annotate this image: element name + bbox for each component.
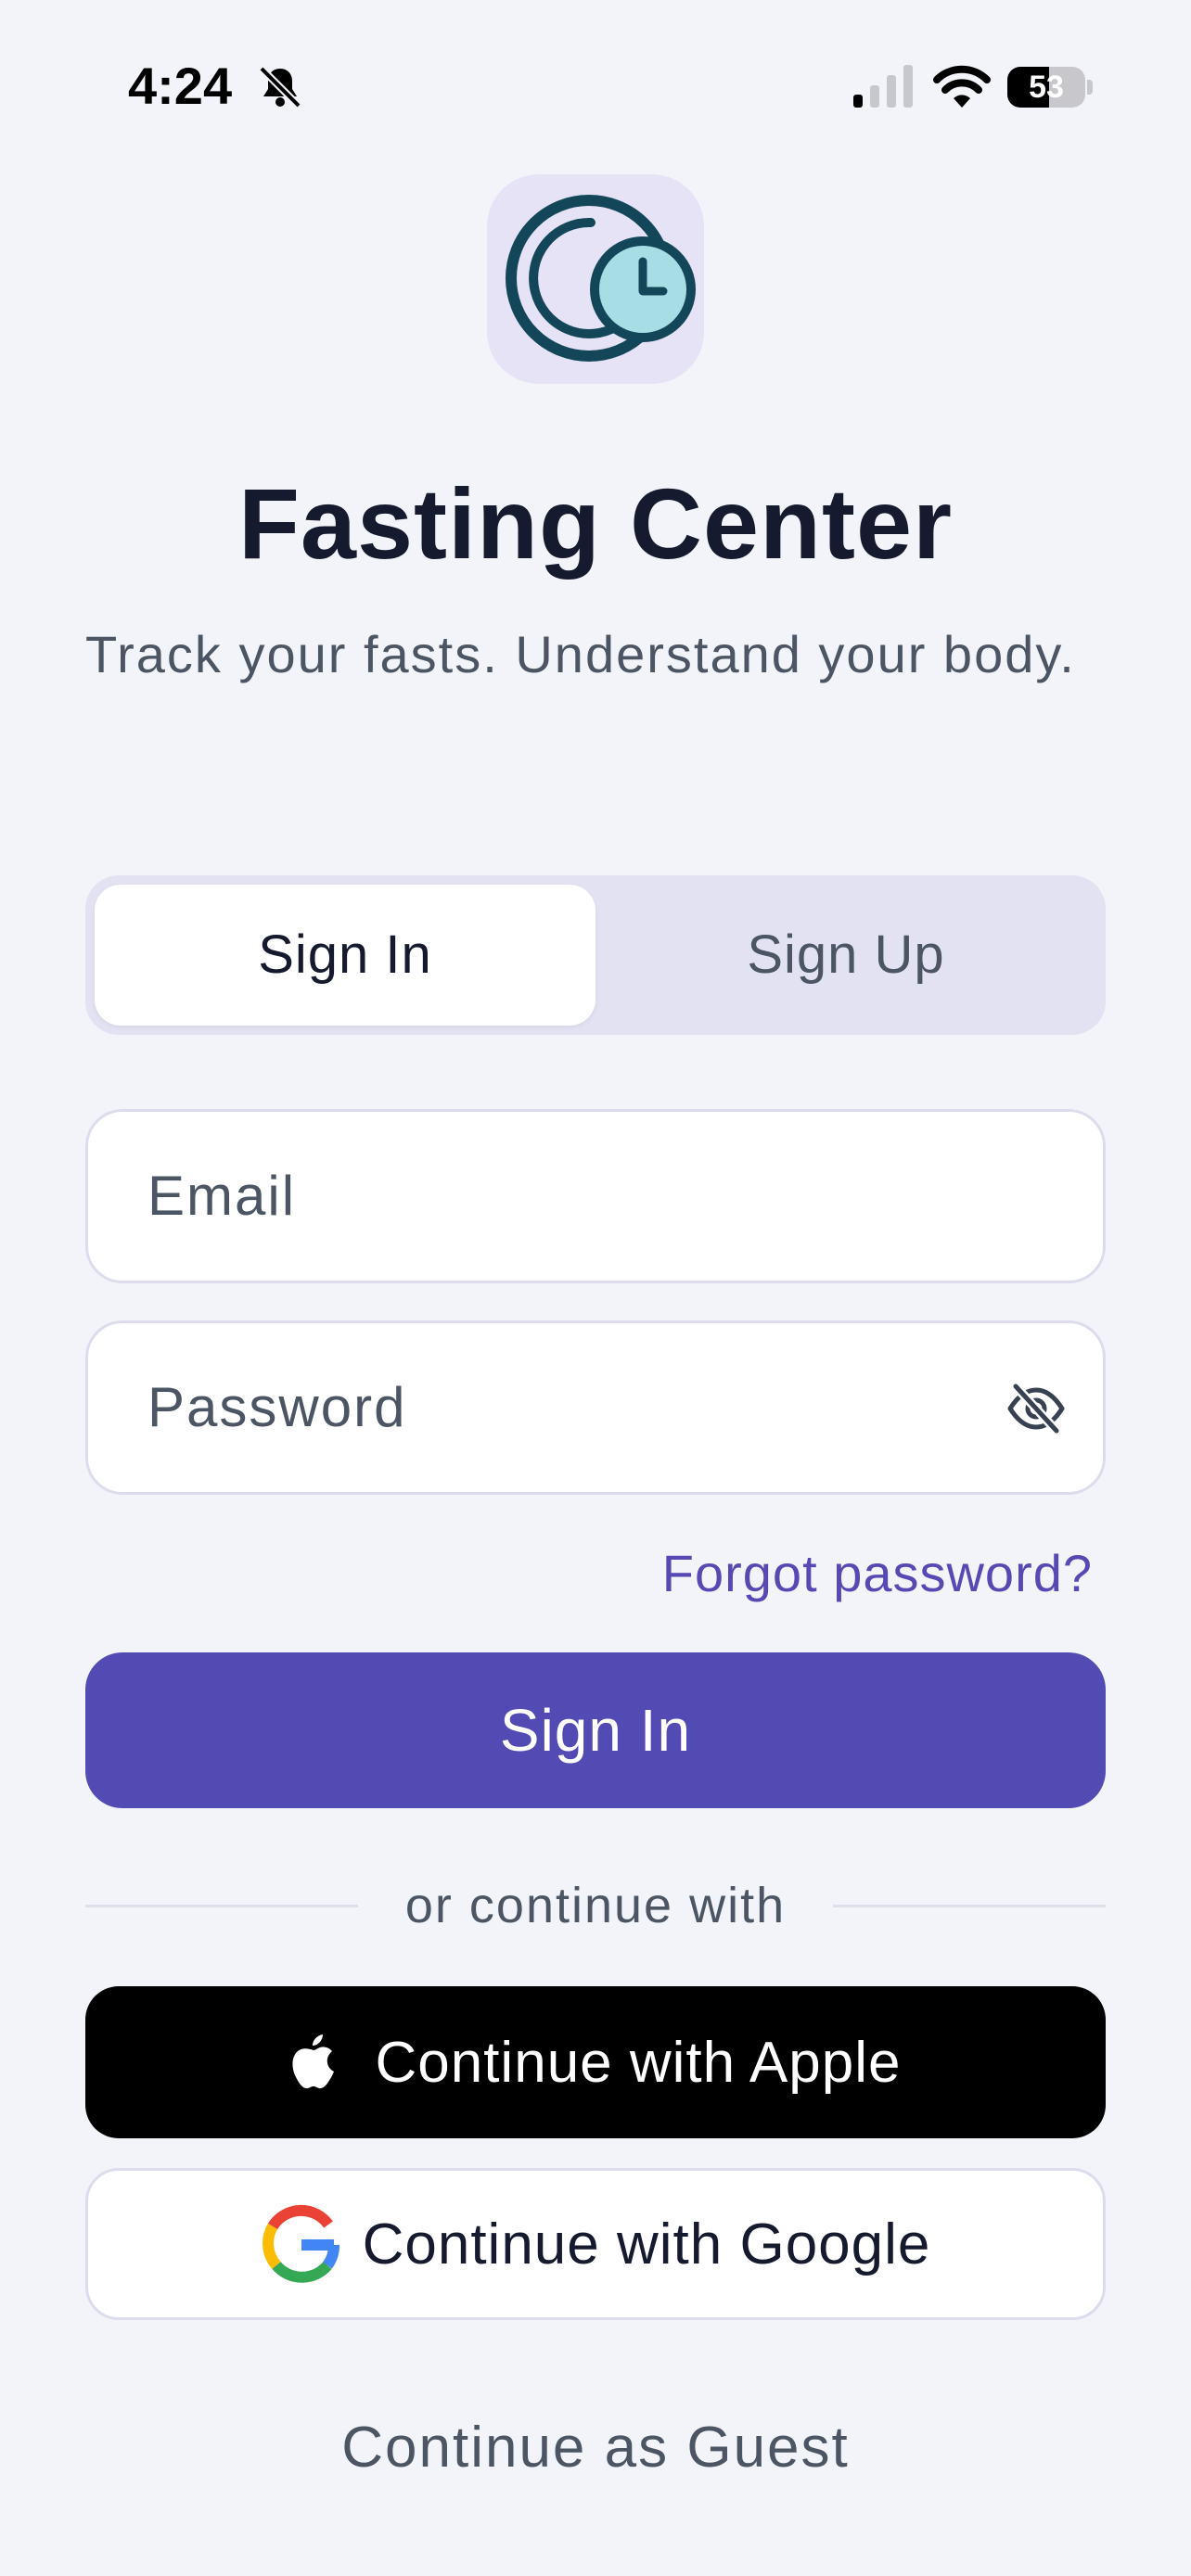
tab-sign-in[interactable]: Sign In bbox=[95, 885, 596, 1026]
wifi-icon bbox=[933, 65, 991, 108]
continue-as-guest-link[interactable]: Continue as Guest bbox=[0, 2415, 1191, 2480]
email-placeholder: Email bbox=[147, 1165, 297, 1227]
google-button-label: Continue with Google bbox=[362, 2212, 931, 2276]
social-divider: or continue with bbox=[85, 1873, 1106, 1938]
battery-percent: 53 bbox=[1029, 70, 1064, 105]
auth-mode-toggle: Sign In Sign Up bbox=[85, 875, 1106, 1035]
status-time: 4:24 bbox=[128, 57, 233, 115]
password-placeholder: Password bbox=[147, 1376, 407, 1438]
sign-in-button[interactable]: Sign In bbox=[85, 1652, 1106, 1808]
cellular-signal-icon bbox=[853, 65, 913, 108]
tab-sign-up[interactable]: Sign Up bbox=[596, 885, 1096, 1026]
bell-slash-icon bbox=[259, 66, 301, 108]
forgot-password-link[interactable]: Forgot password? bbox=[662, 1543, 1093, 1603]
status-bar: 4:24 53 bbox=[0, 0, 1191, 167]
continue-with-google-button[interactable]: Continue with Google bbox=[85, 2168, 1106, 2320]
moon-clock-icon bbox=[506, 195, 696, 362]
app-logo bbox=[487, 174, 704, 384]
email-field[interactable]: Email bbox=[85, 1109, 1106, 1283]
app-title: Fasting Center bbox=[237, 467, 954, 580]
continue-with-apple-button[interactable]: Continue with Apple bbox=[85, 1986, 1106, 2138]
app-tagline: Track your fasts. Understand your body. bbox=[85, 625, 1076, 683]
battery-icon: 53 bbox=[1007, 67, 1093, 108]
sign-in-screen: 4:24 53 Fasting Center Track your fasts.… bbox=[0, 0, 1191, 2576]
password-field[interactable]: Password bbox=[85, 1320, 1106, 1495]
eye-slash-icon[interactable] bbox=[1006, 1379, 1066, 1438]
apple-button-label: Continue with Apple bbox=[375, 2030, 902, 2095]
divider-line-right bbox=[833, 1905, 1106, 1907]
google-icon bbox=[262, 2204, 339, 2283]
apple-icon bbox=[292, 2034, 335, 2089]
